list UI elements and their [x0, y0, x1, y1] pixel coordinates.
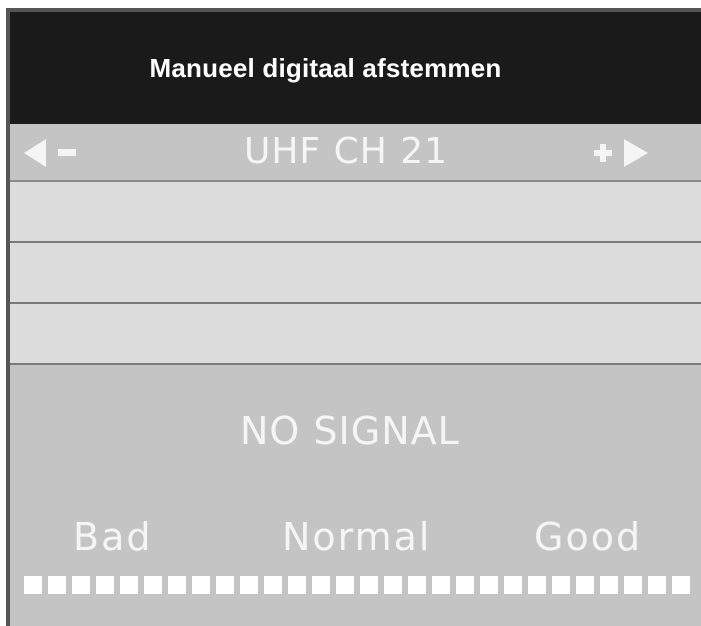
- signal-meter-segment: [648, 576, 666, 594]
- manual-tuning-dialog: Manueel digitaal afstemmen UHF CH 21 NO …: [6, 8, 701, 626]
- signal-meter-segment: [480, 576, 498, 594]
- info-row: [10, 304, 701, 365]
- right-arrow-icon[interactable]: [624, 139, 648, 167]
- tv-menu-screen: Manueel digitaal afstemmen UHF CH 21 NO …: [0, 0, 701, 626]
- signal-meter-segment: [192, 576, 210, 594]
- signal-meter-segment: [288, 576, 306, 594]
- signal-meter-segment: [240, 576, 258, 594]
- signal-meter-segment: [72, 576, 90, 594]
- left-arrow-icon[interactable]: [24, 139, 46, 167]
- quality-label-normal: Normal: [282, 515, 432, 559]
- minus-icon[interactable]: [58, 149, 76, 156]
- signal-meter-segment: [48, 576, 66, 594]
- quality-label-good: Good: [534, 515, 643, 559]
- signal-meter-segment: [576, 576, 594, 594]
- plus-icon[interactable]: [594, 144, 612, 162]
- signal-meter-segment: [528, 576, 546, 594]
- signal-meter-segment: [552, 576, 570, 594]
- info-row: [10, 182, 701, 243]
- signal-meter-segment: [624, 576, 642, 594]
- signal-meter-segment: [336, 576, 354, 594]
- channel-selector[interactable]: UHF CH 21: [10, 124, 701, 182]
- signal-meter-segment: [312, 576, 330, 594]
- signal-meter-segment: [600, 576, 618, 594]
- signal-meter-segment: [360, 576, 378, 594]
- signal-meter-segment: [168, 576, 186, 594]
- plus-icon-vertical: [600, 144, 606, 162]
- signal-meter-segment: [432, 576, 450, 594]
- signal-meter-segment: [264, 576, 282, 594]
- signal-quality-meter: [10, 576, 701, 596]
- signal-meter-segment: [96, 576, 114, 594]
- signal-meter-segment: [408, 576, 426, 594]
- info-row: [10, 243, 701, 304]
- signal-meter-segment: [504, 576, 522, 594]
- channel-label: UHF CH 21: [244, 131, 449, 172]
- signal-meter-segment: [144, 576, 162, 594]
- signal-panel: NO SIGNAL Bad Normal Good: [10, 365, 701, 626]
- title-bar: Manueel digitaal afstemmen: [10, 12, 701, 124]
- signal-meter-segment: [672, 576, 690, 594]
- quality-label-bad: Bad: [73, 515, 153, 559]
- signal-meter-segment: [384, 576, 402, 594]
- signal-meter-segment: [24, 576, 42, 594]
- signal-meter-segment: [216, 576, 234, 594]
- signal-status: NO SIGNAL: [240, 409, 460, 453]
- signal-meter-segment: [456, 576, 474, 594]
- signal-meter-segment: [120, 576, 138, 594]
- dialog-title: Manueel digitaal afstemmen: [149, 52, 502, 83]
